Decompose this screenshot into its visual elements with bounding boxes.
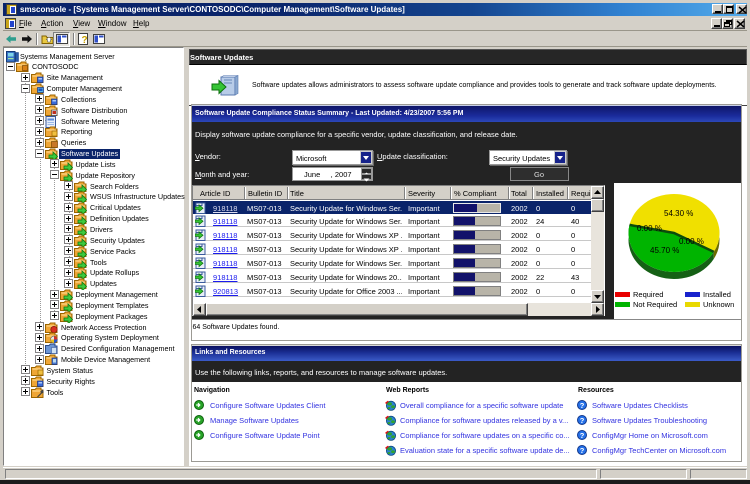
svg-text:?: ? — [580, 446, 585, 455]
svg-text:?: ? — [580, 400, 585, 409]
svg-text:?: ? — [580, 415, 585, 424]
svg-text:?: ? — [82, 35, 88, 45]
svg-text:?: ? — [580, 431, 585, 440]
